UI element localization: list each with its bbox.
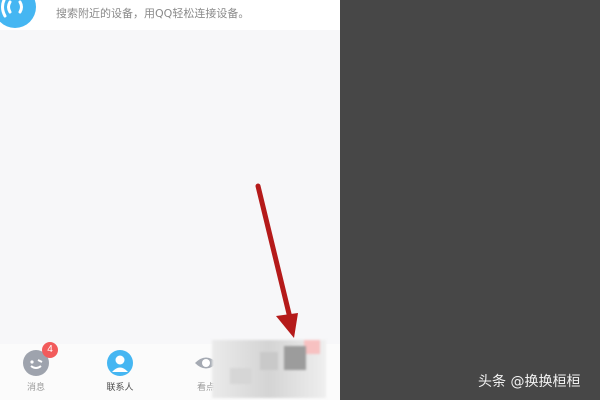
red-arrow-annotation xyxy=(255,183,298,338)
watermark: 头条 @换换桓桓 xyxy=(478,374,581,390)
